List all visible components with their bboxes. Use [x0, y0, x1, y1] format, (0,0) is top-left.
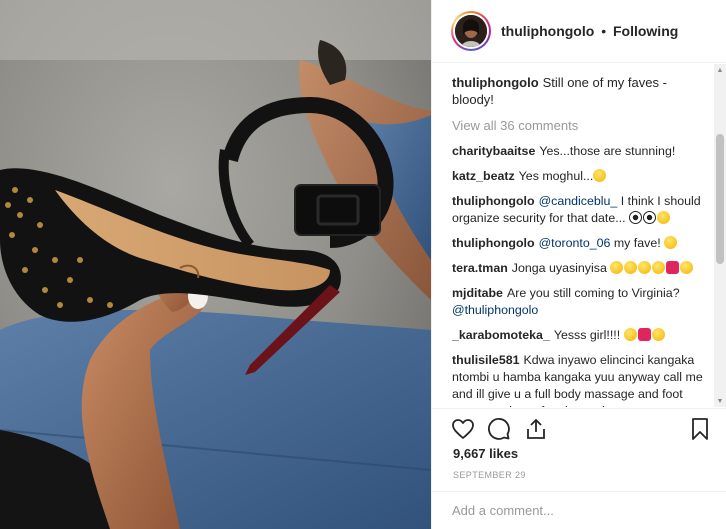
comment-username[interactable]: thuliphongolo [452, 194, 535, 208]
comment-item: mjditabe Are you still coming to Virginia… [452, 285, 705, 319]
comment-mention[interactable]: @candiceblu_ [539, 194, 618, 208]
comment-text: Are you still coming to Virginia? [506, 286, 680, 300]
instagram-post: thuliphongolo • Following thuliphongolo S… [0, 0, 726, 529]
post-side-panel: thuliphongolo • Following thuliphongolo S… [431, 0, 726, 529]
caption: thuliphongolo Still one of my faves - blo… [452, 74, 705, 108]
add-comment-input[interactable] [452, 503, 707, 518]
header-text: thuliphongolo • Following [501, 23, 678, 39]
comment-text: my fave! [610, 236, 665, 250]
comment-text: Yes...those are stunning! [539, 144, 676, 158]
scroll-down-arrow-icon[interactable]: ▼ [714, 395, 726, 407]
comment-item: katz_beatz Yes moghul... [452, 168, 705, 185]
comment-text: Yes moghul... [518, 169, 594, 183]
post-actions [432, 408, 726, 448]
comment-mention[interactable]: @thuliphongolo [452, 303, 538, 317]
emoji-icon [610, 261, 624, 274]
comment-username[interactable]: tera.tman [452, 261, 508, 275]
post-photo[interactable] [0, 0, 431, 529]
emoji-icon [657, 211, 671, 224]
heart-icon[interactable] [451, 417, 475, 441]
view-all-comments-link[interactable]: View all 36 comments [452, 117, 705, 134]
comment-item: thulisile581 Kdwa inyawo elincinci kangak… [452, 352, 705, 407]
header-separator: • [601, 23, 607, 39]
emoji-icon [638, 261, 652, 274]
comment-username[interactable]: thuliphongolo [452, 236, 535, 250]
emoji-icon [664, 236, 678, 249]
following-button[interactable]: Following [613, 23, 678, 39]
comment-username[interactable]: charitybaaitse [452, 144, 535, 158]
header-username[interactable]: thuliphongolo [501, 23, 594, 39]
shoe-emoji-icon [666, 261, 680, 274]
comment-username[interactable]: mjditabe [452, 286, 503, 300]
comment-text: Jonga uyasinyisa [511, 261, 611, 275]
comments-scrollbar[interactable]: ▲ ▼ [714, 64, 726, 407]
comment-mention[interactable]: @toronto_06 [539, 236, 611, 250]
comment-username[interactable]: _karabomoteka_ [452, 328, 550, 342]
comment-item: charitybaaitse Yes...those are stunning! [452, 143, 705, 160]
scrollbar-thumb[interactable] [716, 134, 724, 264]
comment-username[interactable]: katz_beatz [452, 169, 515, 183]
caption-username[interactable]: thuliphongolo [452, 75, 539, 90]
comment-item: thuliphongolo @candiceblu_ I think I shou… [452, 193, 705, 227]
post-header: thuliphongolo • Following [432, 0, 726, 63]
photo-shoe-image [0, 0, 431, 529]
heart-eyes-emoji-icon [637, 328, 651, 341]
scroll-up-arrow-icon[interactable]: ▲ [714, 64, 726, 76]
likes-count[interactable]: 9,667 likes [453, 446, 518, 461]
avatar-story-ring[interactable] [451, 11, 491, 51]
avatar-frame [453, 13, 489, 49]
emoji-icon [651, 328, 665, 341]
avatar [455, 15, 487, 47]
comment-bubble-icon[interactable] [487, 417, 511, 441]
emoji-icon [624, 261, 638, 274]
emoji-icon [623, 328, 637, 341]
post-date[interactable]: SEPTEMBER 29 [453, 470, 526, 480]
bookmark-icon[interactable] [688, 417, 712, 441]
comment-username[interactable]: thulisile581 [452, 353, 520, 367]
emoji-icon [680, 261, 694, 274]
avatar-image [455, 15, 487, 47]
emoji-icon [593, 169, 607, 182]
emoji-icon [652, 261, 666, 274]
comment-text: Yesss girl!!!! [553, 328, 624, 342]
eyes-emoji-icon [643, 211, 657, 224]
comment-item: thuliphongolo @toronto_06 my fave! [452, 235, 705, 252]
share-icon[interactable] [524, 417, 548, 441]
comment-item: _karabomoteka_ Yesss girl!!!! [452, 327, 705, 344]
comment-item: tera.tman Jonga uyasinyisa [452, 260, 705, 277]
comments-list[interactable]: thuliphongolo Still one of my faves - blo… [432, 64, 715, 407]
eyes-emoji-icon [629, 211, 643, 224]
add-comment-bar [432, 491, 726, 529]
